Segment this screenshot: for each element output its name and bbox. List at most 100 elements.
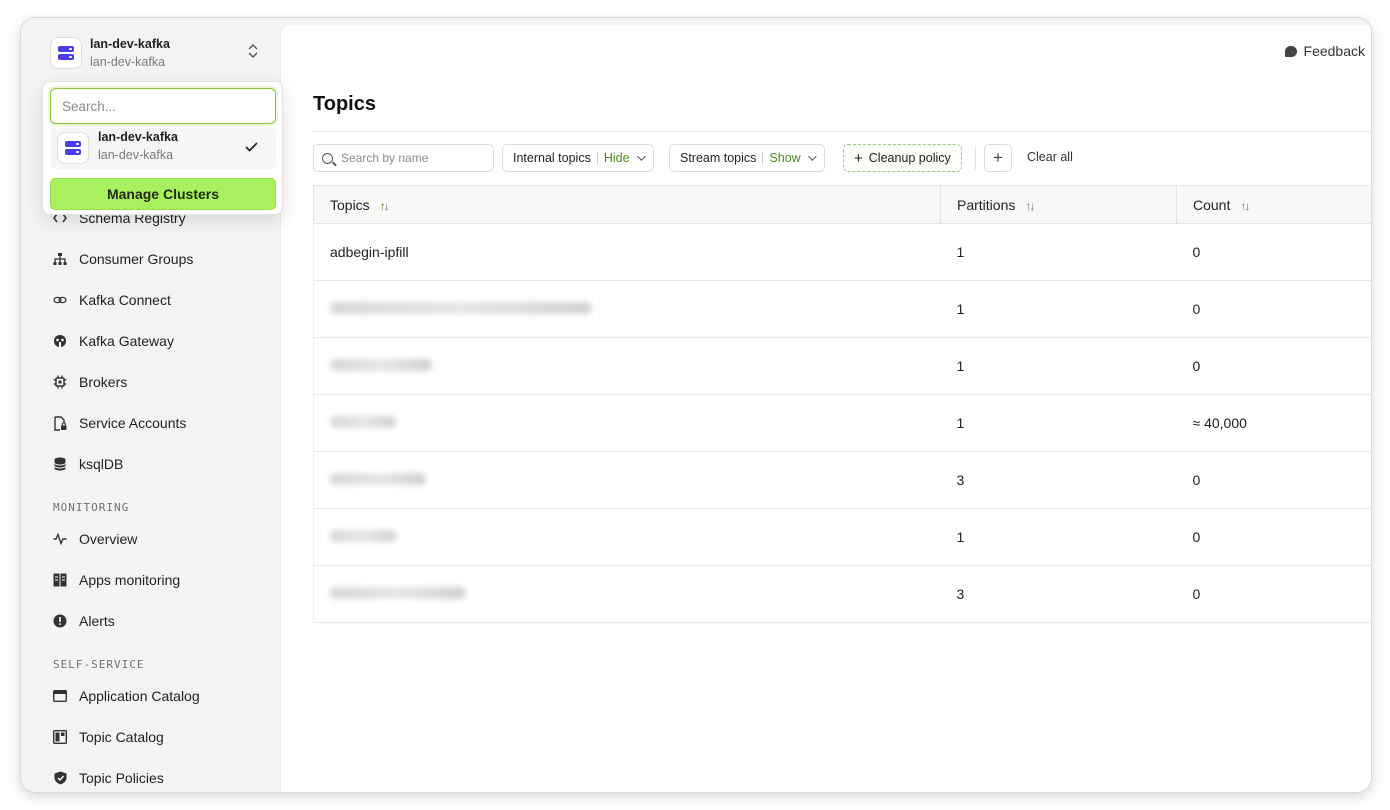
nav-item-label: Apps monitoring [79,572,181,588]
cluster-search-input[interactable] [50,88,276,124]
partitions-cell: 1 [940,280,1177,338]
topic-name-cell-redacted[interactable] [313,508,941,566]
checkmark-icon [245,139,258,155]
stream-topics-label: Stream topics [680,151,757,165]
topic-name-cell-redacted[interactable] [313,451,941,509]
main-content: Feedback Topics Internal topics Hide Str… [280,25,1371,792]
partitions-cell: 3 [940,565,1177,623]
nav-item-topic-policies[interactable]: Topic Policies [52,768,164,788]
nav-item-brokers[interactable]: Brokers [52,372,127,392]
add-filter-button[interactable]: + [984,144,1012,172]
chevron-down-icon [636,152,646,161]
nav-item-service-accounts[interactable]: Service Accounts [52,413,186,433]
feedback-button[interactable]: Feedback [1284,43,1365,59]
partitions-cell: 3 [940,451,1177,509]
nav-item-label: Brokers [79,374,128,390]
column-header-count[interactable]: Count ↑↓ [1176,185,1371,224]
nav-item-alerts[interactable]: Alerts [52,611,115,631]
nav-item-kafka-connect[interactable]: Kafka Connect [52,290,171,310]
nav-item-topic-catalog[interactable]: Topic Catalog [52,727,164,747]
nav-item-overview[interactable]: Overview [52,529,137,549]
internal-topics-filter[interactable]: Internal topics Hide [502,144,654,172]
plus-icon: + [854,149,863,167]
table-row[interactable]: 1 0 [313,280,1371,338]
nav-item-consumer-groups[interactable]: Consumer Groups [52,249,193,269]
count-cell: 0 [1176,337,1371,395]
column-header-partitions[interactable]: Partitions ↑↓ [940,185,1177,224]
table-row[interactable]: 3 0 [313,565,1371,623]
partitions-cell: 1 [940,508,1177,566]
cluster-subtitle: lan-dev-kafka [90,55,166,69]
columns-icon [52,572,68,588]
internal-topics-value: Hide [603,151,630,165]
chevron-down-icon [807,152,817,161]
chip-icon [52,374,68,390]
manage-clusters-button[interactable]: Manage Clusters [50,178,276,210]
nav-item-label: Service Accounts [79,415,187,431]
clear-all-button[interactable]: Clear all [1027,150,1073,164]
nav-item-label: ksqlDB [79,456,124,472]
sort-icon[interactable]: ↑↓ [1025,199,1035,213]
cluster-switcher[interactable]: lan-dev-kafka lan-dev-kafka [50,35,260,71]
topic-name-cell-redacted[interactable] [313,394,941,452]
cluster-server-icon [57,132,89,164]
nav-item-label: Topic Catalog [79,729,164,745]
cleanup-policy-filter[interactable]: + Cleanup policy [843,144,962,172]
topic-name-cell-redacted[interactable] [313,337,941,395]
nav-item-label: Application Catalog [79,688,200,704]
layout-icon [52,729,68,745]
file-lock-icon [52,415,68,431]
table-row[interactable]: adbegin-ipfill 1 0 [313,223,1371,281]
feedback-label: Feedback [1303,43,1365,59]
chevron-up-down-icon[interactable] [246,43,260,61]
link-icon [52,292,68,308]
database-icon [52,456,68,472]
gateway-icon [52,333,68,349]
nav-item-application-catalog[interactable]: Application Catalog [52,686,200,706]
cluster-option[interactable]: lan-dev-kafka lan-dev-kafka [50,127,276,169]
count-cell: 0 [1176,280,1371,338]
topic-name-cell[interactable]: adbegin-ipfill [313,223,941,281]
topic-name-cell-redacted[interactable] [313,565,941,623]
nav-item-ksqldb[interactable]: ksqlDB [52,454,123,474]
topic-search-box[interactable] [313,144,494,172]
table-row[interactable]: 1 0 [313,337,1371,395]
title-divider [313,131,1371,132]
count-cell: 0 [1176,223,1371,281]
app-window: lan-dev-kafka lan-dev-kafka Schema Regis… [21,18,1371,792]
table-row[interactable]: 1 ≈ 40,000 [313,394,1371,452]
filter-divider [975,146,976,170]
cluster-option-name: lan-dev-kafka [98,130,178,144]
cleanup-policy-label: Cleanup policy [868,151,951,165]
alert-circle-icon [52,613,68,629]
nav-item-kafka-gateway[interactable]: Kafka Gateway [52,331,174,351]
cluster-server-icon [50,37,82,69]
topics-table: Topics ↑↓ Partitions ↑↓ Count ↑↓ adbegin-ip… [313,185,1371,623]
nav-item-label: Kafka Connect [79,292,171,308]
section-label-self-service: SELF-SERVICE [53,658,145,671]
page-title: Topics [313,93,376,115]
cluster-option-subtitle: lan-dev-kafka [98,148,174,162]
count-cell: 0 [1176,508,1371,566]
column-header-topics[interactable]: Topics ↑↓ [313,185,941,224]
nav-item-label: Consumer Groups [79,251,194,267]
hierarchy-icon [52,251,68,267]
cluster-dropdown: lan-dev-kafka lan-dev-kafka Manage Clust… [42,81,283,215]
window-icon [52,688,68,704]
partitions-cell: 1 [940,394,1177,452]
search-icon [322,152,333,164]
count-cell: 0 [1176,451,1371,509]
shield-icon [52,770,68,786]
chat-bubble-icon [1284,45,1297,57]
partitions-cell: 1 [940,337,1177,395]
nav-item-label: Topic Policies [79,770,164,786]
topic-search-input[interactable] [341,151,481,165]
topic-name-cell-redacted[interactable] [313,280,941,338]
table-row[interactable]: 3 0 [313,451,1371,509]
stream-topics-filter[interactable]: Stream topics Show [669,144,825,172]
sort-icon[interactable]: ↑↓ [380,199,390,213]
table-row[interactable]: 1 0 [313,508,1371,566]
nav-item-apps-monitoring[interactable]: Apps monitoring [52,570,180,590]
internal-topics-label: Internal topics [513,151,591,165]
sort-icon[interactable]: ↑↓ [1240,199,1250,213]
